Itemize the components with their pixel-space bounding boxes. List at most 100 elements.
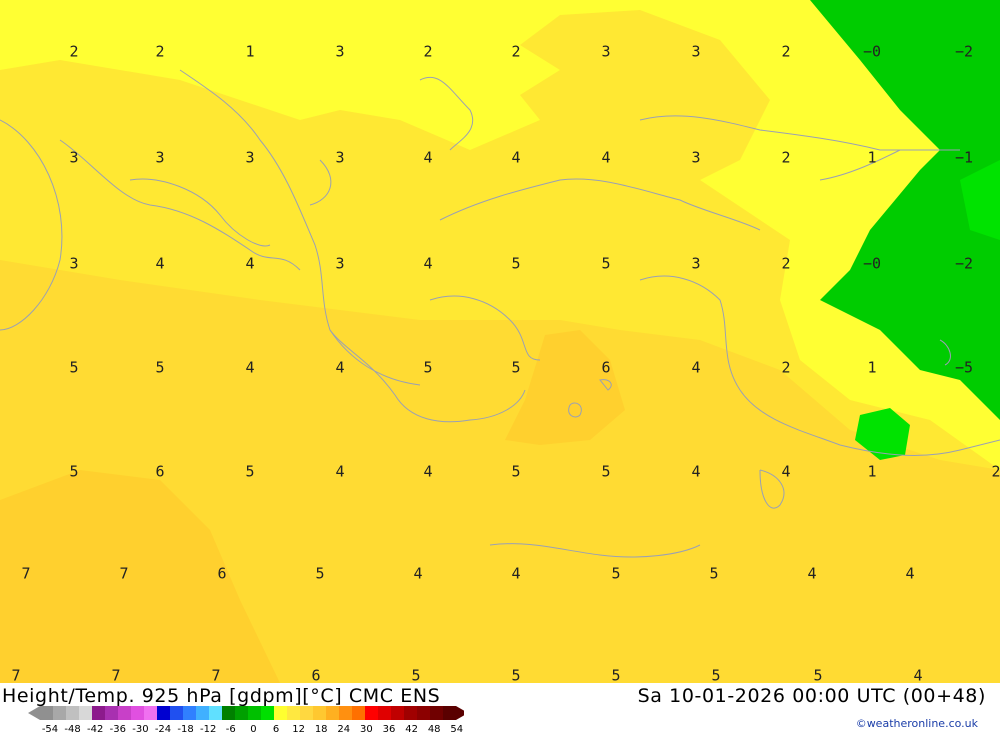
temperature-label: 2 [781,42,791,61]
legend-tick-label: -48 [64,724,81,735]
legend-tick-label: 24 [337,724,351,735]
temperature-label: 3 [155,148,165,167]
temperature-label: 4 [413,564,423,583]
temperature-label: 3 [601,42,611,61]
legend-swatch [235,706,248,720]
legend-swatch [209,706,222,720]
footer-bar: Height/Temp. 925 hPa [gdpm][°C] CMC ENS … [0,683,1000,735]
temperature-label: 5 [601,254,611,273]
temperature-label: 4 [511,564,521,583]
legend-tick-label: 18 [314,724,328,735]
legend-tick-label: 6 [272,724,280,735]
temperature-label: 3 [691,42,701,61]
legend-swatch [352,706,365,720]
legend-tick-label: 36 [382,724,396,735]
temperature-label: 7 [111,666,121,683]
legend-tick-label: 42 [405,724,418,735]
temperature-label: 4 [511,148,521,167]
temperature-label: 4 [423,148,433,167]
temperature-label: 7 [21,564,31,583]
temperature-label: 7 [11,666,21,683]
legend-tick-label: -36 [109,724,126,735]
legend-swatch [170,706,183,720]
temperature-label: 5 [155,358,165,377]
temperature-label: 4 [913,666,923,683]
temperature-label: 2 [69,42,79,61]
temperature-label: 6 [155,462,165,481]
legend-swatch [365,706,378,720]
temperature-label: 6 [311,666,321,683]
temperature-label: 2 [511,42,521,61]
temperature-label: 4 [245,254,255,273]
temperature-label: 3 [69,148,79,167]
temperature-label: 3 [691,254,701,273]
temperature-label: 5 [611,564,621,583]
legend-swatch [79,706,92,720]
temperature-label: 7 [211,666,221,683]
legend-swatch [183,706,196,720]
legend-arrow-left [28,706,40,720]
temperature-label: 5 [69,358,79,377]
temperature-label: 4 [423,462,433,481]
legend-swatch [248,706,261,720]
temperature-label: 5 [411,666,421,683]
temperature-label: 5 [709,564,719,583]
legend-swatch [443,706,456,720]
legend-swatch [92,706,105,720]
temperature-label: 1 [867,462,877,481]
temperature-label: 3 [335,254,345,273]
temperature-label: 2 [423,42,433,61]
legend-swatch [118,706,131,720]
temperature-label: 6 [217,564,227,583]
legend-swatch [391,706,404,720]
temperature-label: 4 [905,564,915,583]
temperature-label: −2 [954,42,974,61]
legend-tick-label: -42 [87,724,104,735]
temperature-zones [0,0,1000,683]
temperature-label: −2 [954,254,974,273]
temperature-label: 5 [511,666,521,683]
temperature-label: 4 [335,462,345,481]
temperature-label: −0 [862,254,882,273]
temperature-label: 7 [119,564,129,583]
temperature-label: 4 [691,358,701,377]
color-legend [28,706,464,720]
legend-swatch [430,706,443,720]
temperature-label: 5 [813,666,823,683]
temperature-label: 2 [781,148,791,167]
temperature-label: 5 [423,358,433,377]
temperature-label: 2 [155,42,165,61]
legend-swatch [40,706,53,720]
temperature-label: 2 [991,462,1000,481]
temperature-label: 4 [423,254,433,273]
temperature-label: 6 [601,358,611,377]
temperature-label: −1 [954,148,974,167]
temperature-label: 2 [781,358,791,377]
legend-swatch [196,706,209,720]
temperature-label: 4 [601,148,611,167]
legend-swatch [417,706,430,720]
legend-swatch [144,706,157,720]
temperature-label: 2 [781,254,791,273]
temperature-label: 4 [807,564,817,583]
temperature-label: 5 [711,666,721,683]
legend-swatch [274,706,287,720]
legend-swatch [339,706,352,720]
credit-link[interactable]: ©weatheronline.co.uk [856,717,978,730]
legend-swatch [326,706,339,720]
weather-map: 2 2 1 3 2 2 3 3 2 −0 −2 3 3 3 3 4 4 4 3 2 1 −1 3 4 4 3 4 5 5 3 2 −0 −2 5 5… [0,0,1000,683]
temperature-label: 5 [315,564,325,583]
legend-arrow-right [456,706,464,720]
temperature-label: 5 [511,358,521,377]
legend-swatch [313,706,326,720]
legend-tick-label: 54 [450,724,464,735]
legend-tick-label: 30 [360,724,373,735]
map-title: Height/Temp. 925 hPa [gdpm][°C] CMC ENS [2,685,441,707]
temperature-label: 5 [511,462,521,481]
legend-swatch [131,706,144,720]
legend-tick-label: -6 [225,724,236,735]
legend-swatch [261,706,274,720]
temperature-label: 5 [511,254,521,273]
temperature-label: 4 [691,462,701,481]
temperature-label: 5 [245,462,255,481]
